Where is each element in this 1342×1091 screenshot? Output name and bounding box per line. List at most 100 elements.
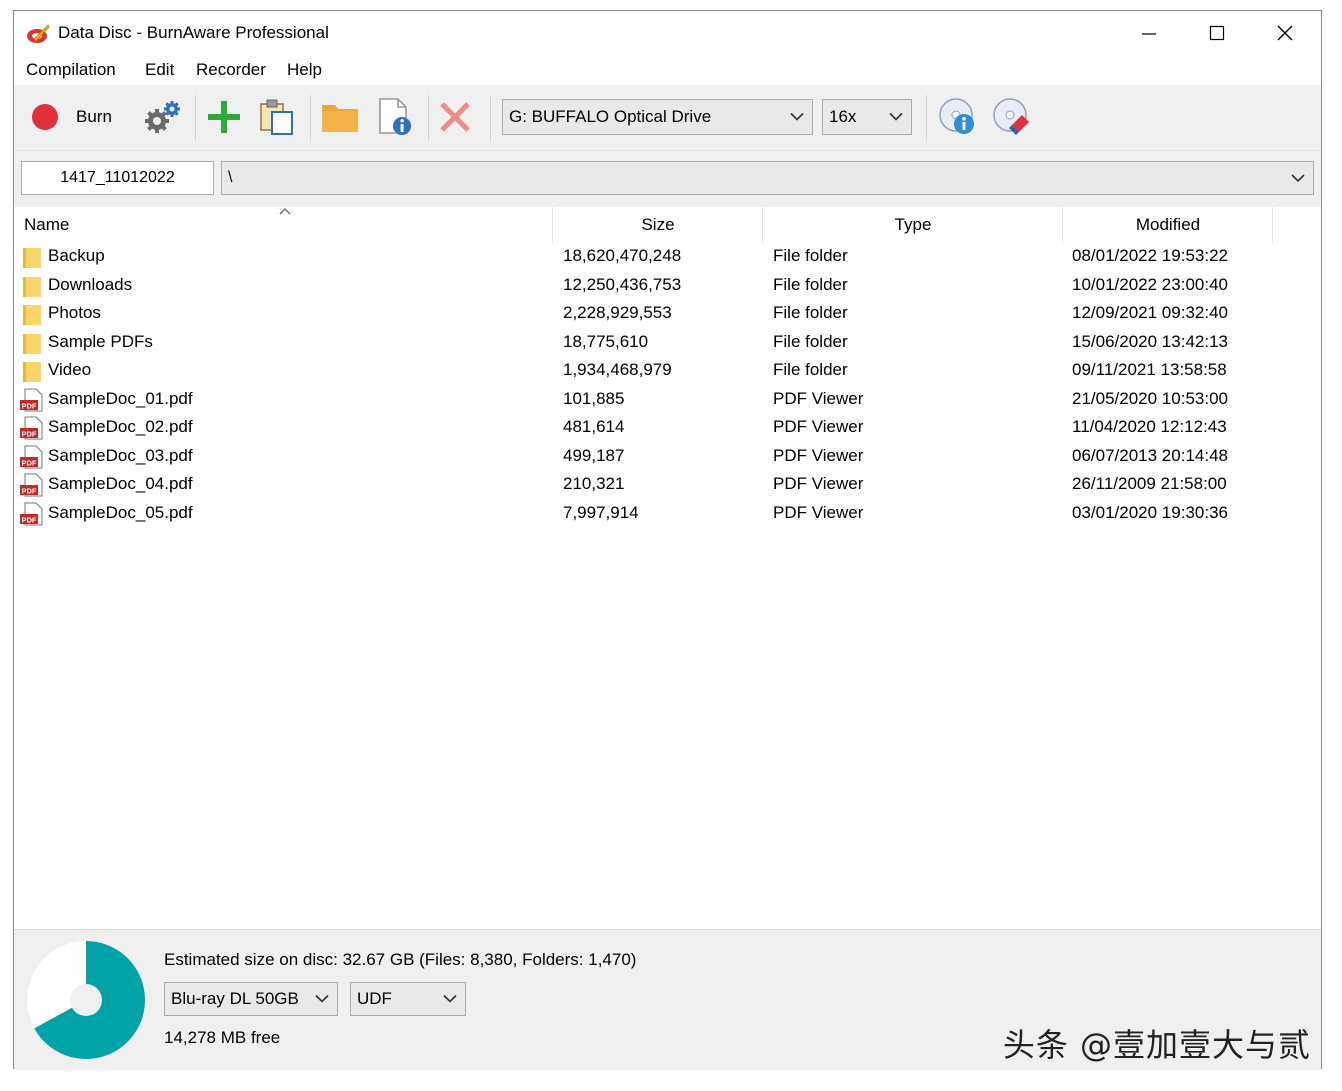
table-row[interactable]: PDF SampleDoc_03.pdf 499,187 PDF Viewer 06/0… xyxy=(14,443,1321,471)
row-modified: 08/01/2022 19:53:22 xyxy=(1072,246,1228,265)
toolbar-separator xyxy=(428,95,429,141)
burn-record-icon xyxy=(32,104,58,130)
file-system-select[interactable]: UDF xyxy=(350,982,466,1016)
folder-icon xyxy=(23,276,41,297)
column-header-name[interactable]: Name xyxy=(14,207,553,243)
erase-disc-button[interactable] xyxy=(992,97,1032,137)
row-size: 101,885 xyxy=(563,388,625,408)
burn-button[interactable]: Burn xyxy=(30,97,120,137)
file-info-icon xyxy=(379,98,411,135)
disc-erase-icon xyxy=(993,98,1029,135)
row-size: 7,997,914 xyxy=(563,502,639,522)
row-type: File folder xyxy=(773,331,848,351)
drive-select-value: G: BUFFALO Optical Drive xyxy=(509,107,712,126)
properties-button[interactable] xyxy=(376,97,414,137)
column-modified-label: Modified xyxy=(1135,215,1201,234)
column-type-label: Type xyxy=(894,215,932,234)
row-modified: 15/06/2020 13:42:13 xyxy=(1072,331,1228,351)
menu-recorder[interactable]: Recorder xyxy=(196,60,266,80)
menu-compilation[interactable]: Compilation xyxy=(26,60,116,80)
row-name: Photos xyxy=(48,303,101,322)
row-modified: 09/11/2021 13:58:58 xyxy=(1072,360,1227,379)
pdf-file-icon: PDF xyxy=(20,473,43,497)
svg-text:PDF: PDF xyxy=(22,401,37,410)
row-size: 499,187 xyxy=(563,445,625,465)
table-row[interactable]: PDF SampleDoc_02.pdf 481,614 PDF Viewer 11/0… xyxy=(14,414,1321,442)
maximize-button[interactable] xyxy=(1187,17,1247,49)
disc-label-input[interactable]: 1417_11012022 xyxy=(21,161,214,195)
disc-type-select[interactable]: Blu-ray DL 50GB xyxy=(164,982,338,1016)
table-row[interactable]: Sample PDFs 18,775,610 File folder 15/06/20… xyxy=(14,329,1321,357)
svg-text:PDF: PDF xyxy=(22,458,37,467)
row-type: File folder xyxy=(773,303,848,322)
paste-clipboard-icon xyxy=(260,99,293,135)
burnaware-logo-icon xyxy=(27,24,50,43)
speed-select[interactable]: 16x xyxy=(822,99,912,135)
column-header-modified[interactable]: Modified xyxy=(1064,207,1273,243)
menu-help[interactable]: Help xyxy=(287,60,322,80)
toolbar-separator xyxy=(310,95,311,141)
row-size: 210,321 xyxy=(563,474,625,493)
disc-info-icon xyxy=(939,98,974,134)
row-name: SampleDoc_04.pdf xyxy=(48,474,193,493)
menu-edit[interactable]: Edit xyxy=(145,60,174,80)
table-row[interactable]: PDF SampleDoc_01.pdf 101,885 PDF Viewer 21/0… xyxy=(14,386,1321,414)
path-bar: 1417_11012022 \ xyxy=(14,151,1321,207)
row-name: Downloads xyxy=(48,274,133,294)
row-modified: 10/01/2022 23:00:40 xyxy=(1072,274,1228,294)
row-size: 481,614 xyxy=(563,417,625,436)
toolbar: Burn G: BUFFALO Optical Drive 16x xyxy=(14,85,1321,151)
new-folder-button[interactable] xyxy=(320,97,360,137)
row-type: File folder xyxy=(773,360,848,379)
table-row[interactable]: PDF SampleDoc_04.pdf 210,321 PDF Viewer 26/1… xyxy=(14,471,1321,499)
remove-button[interactable] xyxy=(437,97,473,137)
row-size: 18,775,610 xyxy=(563,331,649,351)
row-name: SampleDoc_01.pdf xyxy=(48,388,193,408)
column-name-label: Name xyxy=(24,215,70,234)
row-name: Backup xyxy=(48,246,105,265)
row-modified: 06/07/2013 20:14:48 xyxy=(1072,445,1228,465)
disc-info-button[interactable] xyxy=(938,97,978,137)
row-type: PDF Viewer xyxy=(773,445,864,465)
row-name: SampleDoc_03.pdf xyxy=(48,445,193,465)
gears-icon xyxy=(145,101,180,133)
add-files-button[interactable] xyxy=(206,97,242,137)
minimize-icon xyxy=(1142,33,1156,35)
drive-select[interactable]: G: BUFFALO Optical Drive xyxy=(502,99,813,135)
row-modified: 03/01/2020 19:30:36 xyxy=(1072,502,1228,522)
column-size-label: Size xyxy=(641,215,675,234)
path-select[interactable]: \ xyxy=(221,161,1314,195)
close-button[interactable] xyxy=(1255,17,1315,49)
row-name: Video xyxy=(48,360,92,379)
plus-icon xyxy=(208,101,240,133)
column-header-size[interactable]: Size xyxy=(554,207,763,243)
toolbar-separator xyxy=(926,95,927,141)
table-row[interactable]: Downloads 12,250,436,753 File folder 10/01/… xyxy=(14,272,1321,300)
paste-button[interactable] xyxy=(258,97,296,137)
chevron-down-icon xyxy=(790,112,804,121)
title-bar: Data Disc - BurnAware Professional xyxy=(14,11,1321,55)
row-modified: 11/04/2020 12:12:43 xyxy=(1072,417,1227,436)
table-row[interactable]: PDF SampleDoc_05.pdf 7,997,914 PDF Viewer 03… xyxy=(14,500,1321,528)
row-type: PDF Viewer xyxy=(773,474,864,493)
table-row[interactable]: Video 1,934,468,979 File folder 09/11/2021 … xyxy=(14,357,1321,385)
options-button[interactable] xyxy=(142,97,184,137)
row-modified: 12/09/2021 09:32:40 xyxy=(1072,303,1228,322)
row-name: SampleDoc_02.pdf xyxy=(48,417,193,436)
chevron-down-icon xyxy=(443,994,457,1003)
row-type: PDF Viewer xyxy=(773,388,864,408)
row-name: Sample PDFs xyxy=(48,331,153,351)
status-panel: Estimated size on disc: 32.67 GB (Files:… xyxy=(14,929,1321,1070)
chevron-down-icon xyxy=(889,112,903,121)
svg-text:PDF: PDF xyxy=(22,515,37,524)
table-row[interactable]: Photos 2,228,929,553 File folder 12/09/2021… xyxy=(14,300,1321,328)
table-row[interactable]: Backup 18,620,470,248 File folder 08/01/202… xyxy=(14,243,1321,271)
minimize-button[interactable] xyxy=(1119,17,1179,49)
column-header-type[interactable]: Type xyxy=(764,207,1063,243)
speed-select-value: 16x xyxy=(829,107,857,126)
pdf-file-icon: PDF xyxy=(20,445,43,468)
row-type: File folder xyxy=(773,274,848,294)
row-size: 2,228,929,553 xyxy=(563,303,672,322)
delete-x-icon xyxy=(440,102,470,132)
sort-ascending-icon xyxy=(279,208,291,215)
